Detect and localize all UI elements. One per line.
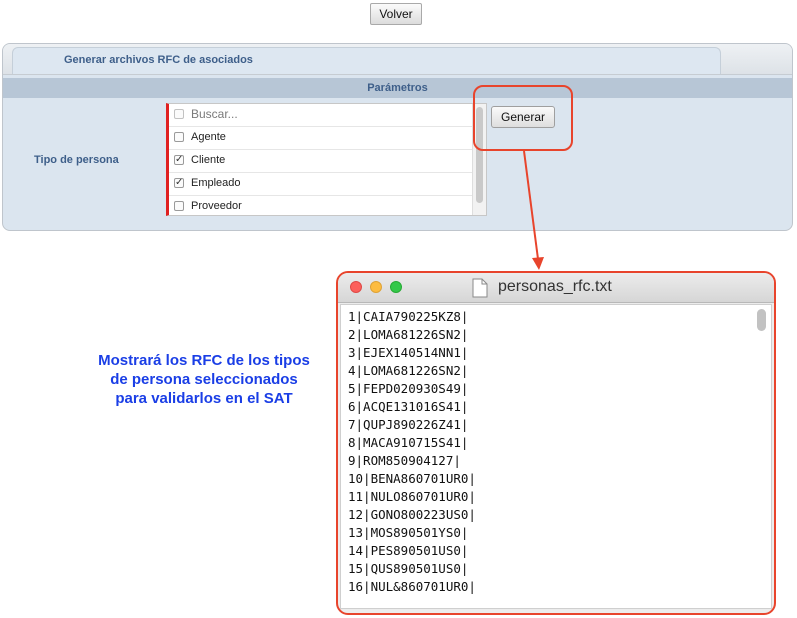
file-scroll-thumb[interactable] — [757, 309, 766, 331]
file-line: 13|MOS890501YS0| — [348, 525, 469, 540]
file-line: 10|BENA860701UR0| — [348, 471, 476, 486]
file-content-area[interactable]: 1|CAIA790225KZ8| 2|LOMA681226SN2| 3|EJEX… — [340, 304, 772, 609]
file-line: 15|QUS890501US0| — [348, 561, 469, 576]
window-title: personas_rfc.txt — [498, 278, 612, 295]
annotation-text: Mostrará los RFC de los tipos de persona… — [98, 352, 310, 407]
file-line: 14|PES890501US0| — [348, 543, 469, 558]
file-line: 7|QUPJ890226Z41| — [348, 417, 469, 432]
file-line: 8|MACA910715S41| — [348, 435, 469, 450]
document-icon — [472, 278, 488, 298]
file-line: 3|EJEX140514NN1| — [348, 345, 469, 360]
close-window-button[interactable] — [350, 281, 362, 293]
file-line: 9|ROM850904127| — [348, 453, 461, 468]
file-line: 12|GONO800223US0| — [348, 507, 476, 522]
zoom-window-button[interactable] — [390, 281, 402, 293]
file-line: 16|NUL&860701UR0| — [348, 579, 476, 594]
file-line: 5|FEPD020930S49| — [348, 381, 469, 396]
window-titlebar[interactable]: personas_rfc.txt — [338, 273, 774, 303]
text-file-window: personas_rfc.txt 1|CAIA790225KZ8| 2|LOMA… — [336, 271, 776, 615]
file-line: 2|LOMA681226SN2| — [348, 327, 469, 342]
file-line: 4|LOMA681226SN2| — [348, 363, 469, 378]
file-line: 6|ACQE131016S41| — [348, 399, 469, 414]
file-line: 11|NULO860701UR0| — [348, 489, 476, 504]
file-line: 1|CAIA790225KZ8| — [348, 309, 469, 324]
minimize-window-button[interactable] — [370, 281, 382, 293]
